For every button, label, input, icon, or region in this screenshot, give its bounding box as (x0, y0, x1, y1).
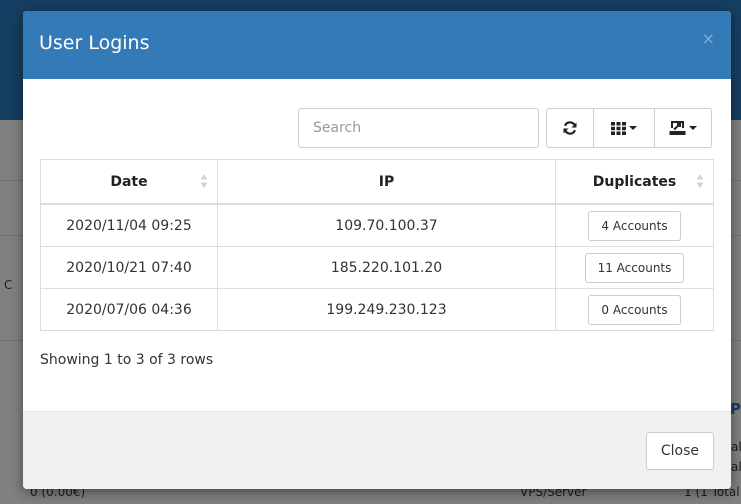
table-row: 2020/07/06 04:36 199.249.230.123 0 Accou… (40, 288, 714, 331)
column-header-label: IP (378, 173, 395, 190)
chevron-down-icon (629, 126, 638, 130)
duplicates-button[interactable]: 11 Accounts (584, 252, 685, 283)
modal-footer: Close (23, 411, 731, 489)
login-date: 2020/07/06 04:36 (40, 288, 218, 331)
columns-dropdown-button[interactable] (594, 109, 655, 147)
login-date: 2020/11/04 09:25 (40, 203, 218, 247)
toolbar-button-group (546, 108, 712, 148)
background-text: Pr (730, 400, 741, 418)
duplicates-cell: 4 Accounts (555, 203, 714, 247)
sort-icon (200, 174, 208, 188)
column-header-label: Date (110, 173, 148, 190)
column-header-duplicates[interactable]: Duplicates (555, 159, 714, 205)
column-header-date[interactable]: Date (40, 159, 218, 205)
duplicates-button[interactable]: 4 Accounts (588, 210, 681, 241)
refresh-icon (563, 121, 577, 135)
login-date: 2020/10/21 07:40 (40, 246, 218, 289)
export-icon (669, 120, 686, 135)
modal-header: User Logins × (23, 11, 731, 79)
close-button[interactable]: Close (645, 432, 714, 470)
login-ip: 109.70.100.37 (217, 203, 556, 247)
columns-icon (611, 121, 627, 135)
duplicates-cell: 11 Accounts (555, 246, 714, 289)
table-row: 2020/11/04 09:25 109.70.100.37 4 Account… (40, 203, 714, 247)
duplicates-button[interactable]: 0 Accounts (588, 294, 681, 325)
user-logins-modal: User Logins × Search Date IP Duplicates … (23, 11, 731, 489)
login-ip: 199.249.230.123 (217, 288, 556, 331)
modal-title: User Logins (39, 32, 150, 54)
search-input[interactable] (298, 108, 539, 148)
column-header-label: Duplicates (592, 173, 677, 190)
background-text: al (731, 440, 741, 454)
export-dropdown-button[interactable] (655, 109, 711, 147)
column-header-ip[interactable]: IP (217, 159, 556, 205)
sort-icon (696, 174, 704, 188)
chevron-down-icon (688, 126, 697, 130)
table-row: 2020/10/21 07:40 185.220.101.20 11 Accou… (40, 246, 714, 289)
duplicates-cell: 0 Accounts (555, 288, 714, 331)
background-text: al (731, 460, 741, 474)
refresh-button[interactable] (547, 109, 595, 147)
close-icon[interactable]: × (702, 29, 715, 48)
login-ip: 185.220.101.20 (217, 246, 556, 289)
user-logins-table: Date IP Duplicates 2020/11/04 09:25 109.… (40, 159, 714, 331)
background-text: C (4, 278, 13, 292)
pagination-info: Showing 1 to 3 of 3 rows (40, 352, 214, 368)
